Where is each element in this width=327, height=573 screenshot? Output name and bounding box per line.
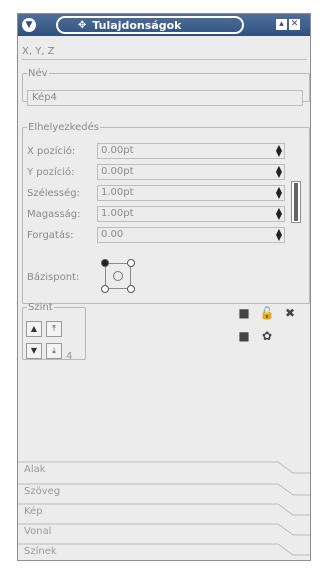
position-group: Elhelyezkedés X pozíció: 0.00pt ▲ ▼ Y poz… [22, 122, 310, 304]
basepoint-center[interactable] [113, 271, 123, 281]
section-tab-image[interactable]: Kép [18, 500, 310, 520]
position-legend: Elhelyezkedés [28, 122, 99, 133]
spin-arrows-icon[interactable]: ▲ ▼ [276, 165, 282, 179]
properties-window: ▼ ✥ Tulajdonságok ▴ ✕ X, Y, Z Név Kép4 E… [17, 13, 311, 561]
width-row: Szélesség: [27, 185, 97, 201]
divider [22, 59, 307, 60]
raise-level-button[interactable]: ▲ [26, 321, 42, 337]
shade-icon[interactable]: ▴ [276, 19, 287, 30]
name-input[interactable]: Kép4 [27, 90, 303, 106]
window-title: Tulajdonságok [92, 18, 182, 32]
basepoint-label: Bázispont: [27, 272, 80, 283]
scrollbar-thumb[interactable] [294, 183, 298, 221]
flip-horizontal-icon[interactable]: ■ [236, 305, 252, 321]
tab-shape-divider [18, 461, 310, 474]
rotation-value[interactable]: 0.00 [101, 229, 123, 240]
lower-to-bottom-button[interactable]: ⤓ [46, 343, 62, 359]
x-position-value[interactable]: 0.00pt [101, 145, 134, 156]
rotation-spinner[interactable]: 0.00 ▲ ▼ [97, 227, 285, 243]
section-tab-colors[interactable]: Színek [18, 540, 310, 560]
y-position-value[interactable]: 0.00pt [101, 166, 134, 177]
spin-arrows-icon[interactable]: ▲ ▼ [276, 144, 282, 158]
section-tab-colors-label[interactable]: Színek [24, 546, 57, 557]
basepoint-top-left[interactable] [101, 259, 109, 267]
section-tab-image-label[interactable]: Kép [24, 506, 43, 517]
chevron-down-icon[interactable]: ▼ [22, 18, 36, 32]
basepoint-bottom-right[interactable] [127, 285, 135, 293]
aspect-lock-scrollbar[interactable] [291, 181, 301, 223]
rotation-label: Forgatás: [27, 229, 74, 241]
section-tab-line-label[interactable]: Vonal [24, 526, 51, 537]
raise-to-top-button[interactable]: ⤒ [46, 321, 62, 337]
name-group: Név Kép4 [22, 68, 310, 106]
width-value[interactable]: 1.00pt [101, 187, 134, 198]
level-legend: Szint [28, 302, 53, 313]
basepoint-top-right[interactable] [127, 259, 135, 267]
x-position-row: X pozíció: [27, 143, 97, 159]
spin-arrows-icon[interactable]: ▲ ▼ [276, 186, 282, 200]
y-position-row: Y pozíció: [27, 164, 97, 180]
lower-level-button[interactable]: ▼ [26, 343, 42, 359]
height-row: Magasság: [27, 206, 97, 222]
title-pill: ✥ Tulajdonságok [56, 16, 244, 34]
tab-colors-divider [18, 543, 310, 556]
name-legend: Név [28, 68, 48, 79]
basepoint-selector[interactable] [101, 259, 135, 293]
section-tab-text-label[interactable]: Szöveg [24, 486, 60, 497]
unlock-icon[interactable]: 🔓 [259, 305, 275, 321]
section-tab-line[interactable]: Vonal [18, 520, 310, 540]
y-position-spinner[interactable]: 0.00pt ▲ ▼ [97, 164, 285, 180]
tab-image-divider [18, 503, 310, 516]
properties-icon: ✥ [78, 19, 87, 31]
x-position-spinner[interactable]: 0.00pt ▲ ▼ [97, 143, 285, 159]
y-position-label: Y pozíció: [27, 166, 75, 178]
section-tab-shape[interactable]: Alak [18, 458, 310, 478]
width-spinner[interactable]: 1.00pt ▲ ▼ [97, 185, 285, 201]
tab-text-divider [18, 483, 310, 496]
x-position-label: X pozíció: [27, 145, 76, 157]
level-group: Szint ▲ ⤒ ▼ ⤓ 4 [22, 302, 86, 362]
height-spinner[interactable]: 1.00pt ▲ ▼ [97, 206, 285, 222]
section-tab-text[interactable]: Szöveg [18, 480, 310, 500]
rotation-row: Forgatás: [27, 227, 97, 243]
tab-line-divider [18, 523, 310, 536]
basepoint-bottom-left[interactable] [101, 285, 109, 293]
section-xyz-label[interactable]: X, Y, Z [22, 46, 55, 57]
size-lock-icon[interactable]: ✿ [259, 328, 275, 344]
level-value: 4 [66, 351, 73, 362]
flip-vertical-icon[interactable]: ■ [236, 328, 252, 344]
spin-arrows-icon[interactable]: ▲ ▼ [276, 207, 282, 221]
no-print-icon[interactable]: ✖ [282, 305, 298, 321]
height-value[interactable]: 1.00pt [101, 208, 134, 219]
close-icon[interactable]: ✕ [289, 19, 300, 30]
height-label: Magasság: [27, 208, 81, 220]
width-label: Szélesség: [27, 187, 80, 199]
spin-arrows-icon[interactable]: ▲ ▼ [276, 228, 282, 242]
section-tab-shape-label[interactable]: Alak [24, 464, 46, 475]
title-bar[interactable]: ▼ ✥ Tulajdonságok ▴ ✕ [18, 14, 310, 36]
